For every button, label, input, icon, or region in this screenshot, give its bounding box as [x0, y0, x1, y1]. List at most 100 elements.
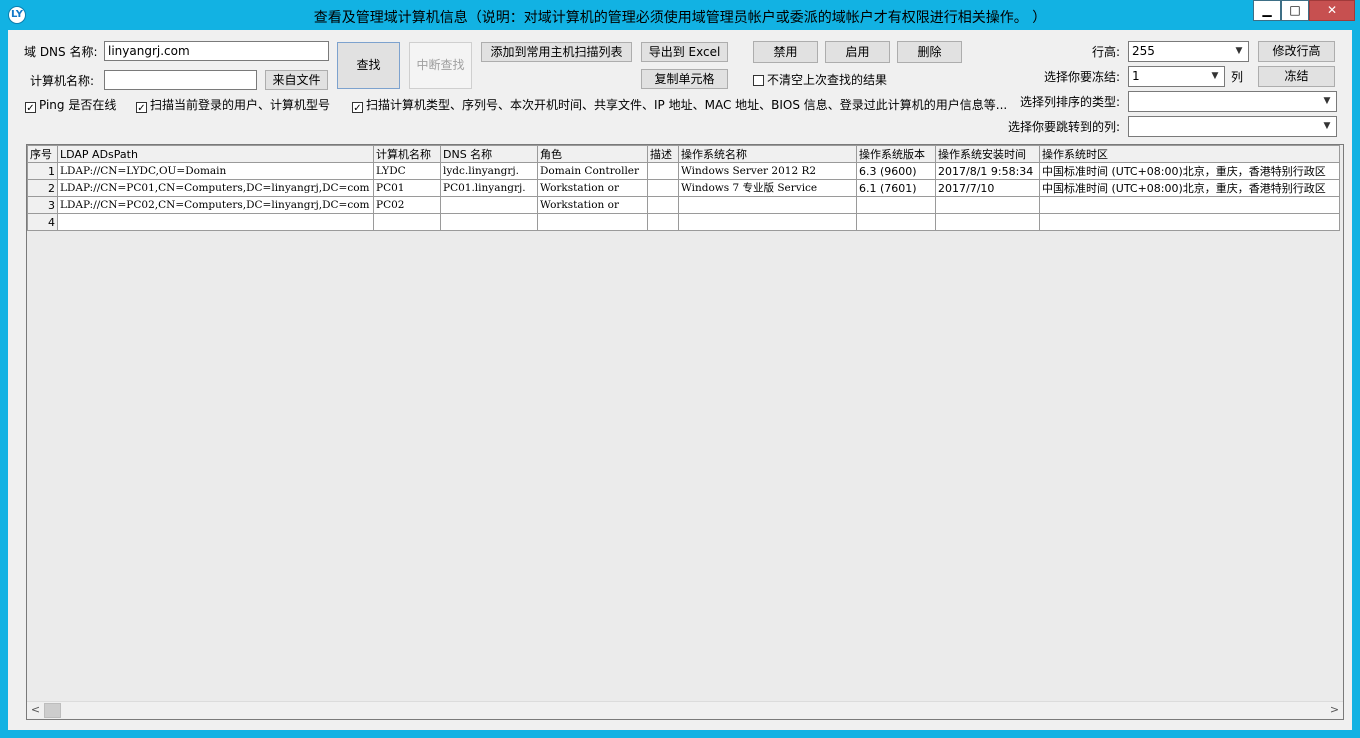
row-height-select[interactable]: 255 ▼ [1128, 41, 1249, 62]
table-row[interactable]: 3 LDAP://CN=PC02,CN=Computers,DC=linyangr… [27, 196, 1340, 214]
table-cell[interactable]: Workstation or [537, 196, 648, 214]
table-cell[interactable] [647, 196, 679, 214]
column-header[interactable]: 角色 [537, 145, 648, 163]
scan-user-label: 扫描当前登录的用户、计算机型号 [150, 98, 331, 112]
client-area: 域 DNS 名称: linyangrj.com 计算机名称: 来自文件 查找 中… [8, 30, 1352, 730]
freeze-value: 1 [1132, 69, 1140, 83]
table-cell[interactable] [537, 213, 648, 231]
keep-results-box[interactable] [753, 75, 764, 86]
table-cell[interactable]: LDAP://CN=LYDC,OU=Domain [57, 162, 374, 180]
table-cell[interactable]: 2017/8/1 9:58:34 [935, 162, 1040, 180]
table-cell[interactable] [647, 162, 679, 180]
table-cell[interactable]: LYDC [373, 162, 441, 180]
table-cell[interactable] [1039, 213, 1340, 231]
enable-button[interactable]: 启用 [825, 41, 890, 63]
delete-button[interactable]: 删除 [897, 41, 962, 63]
scan-type-check-icon[interactable]: ✓ [352, 102, 363, 114]
scan-user-checkbox[interactable]: ✓ 扫描当前登录的用户、计算机型号 [136, 98, 331, 114]
table-cell[interactable] [440, 213, 538, 231]
table-row[interactable]: 4 [27, 213, 1340, 231]
table-cell[interactable]: Windows 7 专业版 Service [678, 179, 857, 197]
table-cell[interactable] [647, 213, 679, 231]
table-cell[interactable]: 2017/7/10 [935, 179, 1040, 197]
table-cell[interactable] [1039, 196, 1340, 214]
chevron-down-icon[interactable]: ▼ [1208, 67, 1222, 86]
column-header[interactable]: 操作系统安装时间 [935, 145, 1040, 163]
scrollbar-thumb[interactable] [44, 703, 61, 718]
scan-user-check-icon[interactable]: ✓ [136, 102, 147, 114]
table-cell[interactable] [856, 213, 936, 231]
minimize-button[interactable]: ▁ [1253, 0, 1281, 21]
add-to-scan-list-button[interactable]: 添加到常用主机扫描列表 [481, 42, 632, 62]
close-button[interactable]: ✕ [1309, 0, 1355, 21]
column-header[interactable]: 描述 [647, 145, 679, 163]
table-cell[interactable] [935, 196, 1040, 214]
computer-name-input[interactable] [104, 70, 257, 90]
table-cell[interactable] [678, 196, 857, 214]
column-header[interactable]: DNS 名称 [440, 145, 538, 163]
keep-results-checkbox[interactable]: 不清空上次查找的结果 [753, 73, 887, 87]
freeze-button[interactable]: 冻结 [1258, 66, 1335, 87]
from-file-button[interactable]: 来自文件 [265, 70, 328, 90]
table-cell[interactable] [647, 179, 679, 197]
column-header[interactable]: 计算机名称 [373, 145, 441, 163]
keep-results-label: 不清空上次查找的结果 [767, 73, 888, 87]
chevron-down-icon[interactable]: ▼ [1232, 42, 1246, 61]
table-cell[interactable]: PC01.linyangrj. [440, 179, 538, 197]
table-cell[interactable] [856, 196, 936, 214]
table-cell[interactable]: Windows Server 2012 R2 [678, 162, 857, 180]
chevron-down-icon[interactable]: ▼ [1320, 92, 1334, 111]
column-header[interactable]: 操作系统版本 [856, 145, 936, 163]
data-grid[interactable]: 序号 LDAP ADsPath 计算机名称 DNS 名称 角色 描述 操作系统名称 操作系统版… [26, 144, 1344, 720]
row-number-cell[interactable]: 4 [27, 213, 58, 231]
stop-search-button[interactable]: 中断查找 [409, 42, 472, 89]
scan-type-checkbox[interactable]: ✓ 扫描计算机类型、序列号、本次开机时间、共享文件、IP 地址、MAC 地址、BI… [352, 98, 1007, 114]
maximize-button[interactable]: □ [1281, 0, 1309, 21]
table-cell[interactable]: 中国标准时间 (UTC+08:00)北京，重庆，香港特别行政区 [1039, 162, 1340, 180]
scroll-right-arrow-icon[interactable]: > [1326, 702, 1343, 719]
export-excel-button[interactable]: 导出到 Excel [641, 42, 728, 62]
table-cell[interactable]: LDAP://CN=PC01,CN=Computers,DC=linyangrj… [57, 179, 374, 197]
table-cell[interactable]: Workstation or [537, 179, 648, 197]
jump-select[interactable]: ▼ [1128, 116, 1337, 137]
table-cell[interactable]: 6.1 (7601) [856, 179, 936, 197]
freeze-label: 选择你要冻结: [1044, 70, 1121, 84]
table-cell[interactable]: Domain Controller [537, 162, 648, 180]
table-cell[interactable]: LDAP://CN=PC02,CN=Computers,DC=linyangrj… [57, 196, 374, 214]
chevron-down-icon[interactable]: ▼ [1320, 117, 1334, 136]
table-cell[interactable]: PC01 [373, 179, 441, 197]
table-cell[interactable] [935, 213, 1040, 231]
sort-select[interactable]: ▼ [1128, 91, 1337, 112]
table-cell[interactable] [678, 213, 857, 231]
freeze-unit-label: 列 [1231, 70, 1244, 84]
horizontal-scrollbar[interactable]: < > [27, 701, 1343, 719]
scroll-left-arrow-icon[interactable]: < [27, 702, 44, 719]
table-cell[interactable] [373, 213, 441, 231]
dns-input[interactable]: linyangrj.com [104, 41, 329, 61]
freeze-select[interactable]: 1 ▼ [1128, 66, 1225, 87]
column-header[interactable]: LDAP ADsPath [57, 145, 374, 163]
disable-button[interactable]: 禁用 [753, 41, 818, 63]
table-cell[interactable] [57, 213, 374, 231]
table-cell[interactable]: PC02 [373, 196, 441, 214]
dns-label: 域 DNS 名称: [24, 45, 98, 59]
copy-cell-button[interactable]: 复制单元格 [641, 69, 728, 89]
ping-checkbox[interactable]: ✓ Ping 是否在线 [25, 98, 116, 114]
table-cell[interactable]: 中国标准时间 (UTC+08:00)北京，重庆，香港特别行政区 [1039, 179, 1340, 197]
ping-check-icon[interactable]: ✓ [25, 102, 36, 114]
modify-row-height-button[interactable]: 修改行高 [1258, 41, 1335, 62]
search-button[interactable]: 查找 [337, 42, 400, 89]
column-header[interactable]: 操作系统名称 [678, 145, 857, 163]
table-row[interactable]: 1 LDAP://CN=LYDC,OU=Domain LYDC lydc.linyan… [27, 162, 1340, 180]
table-cell[interactable]: 6.3 (9600) [856, 162, 936, 180]
title-bar[interactable]: LY 查看及管理域计算机信息（说明：对域计算机的管理必须使用域管理员帐户或委派的… [0, 0, 1360, 30]
table-cell[interactable] [440, 196, 538, 214]
column-header[interactable]: 操作系统时区 [1039, 145, 1340, 163]
column-header[interactable]: 序号 [27, 145, 58, 163]
row-number-cell[interactable]: 1 [27, 162, 58, 180]
row-number-cell[interactable]: 3 [27, 196, 58, 214]
table-row[interactable]: 2 LDAP://CN=PC01,CN=Computers,DC=linyangr… [27, 179, 1340, 197]
table-cell[interactable]: lydc.linyangrj. [440, 162, 538, 180]
row-number-cell[interactable]: 2 [27, 179, 58, 197]
grid-table: 序号 LDAP ADsPath 计算机名称 DNS 名称 角色 描述 操作系统名称 操作系统版… [27, 145, 1340, 231]
